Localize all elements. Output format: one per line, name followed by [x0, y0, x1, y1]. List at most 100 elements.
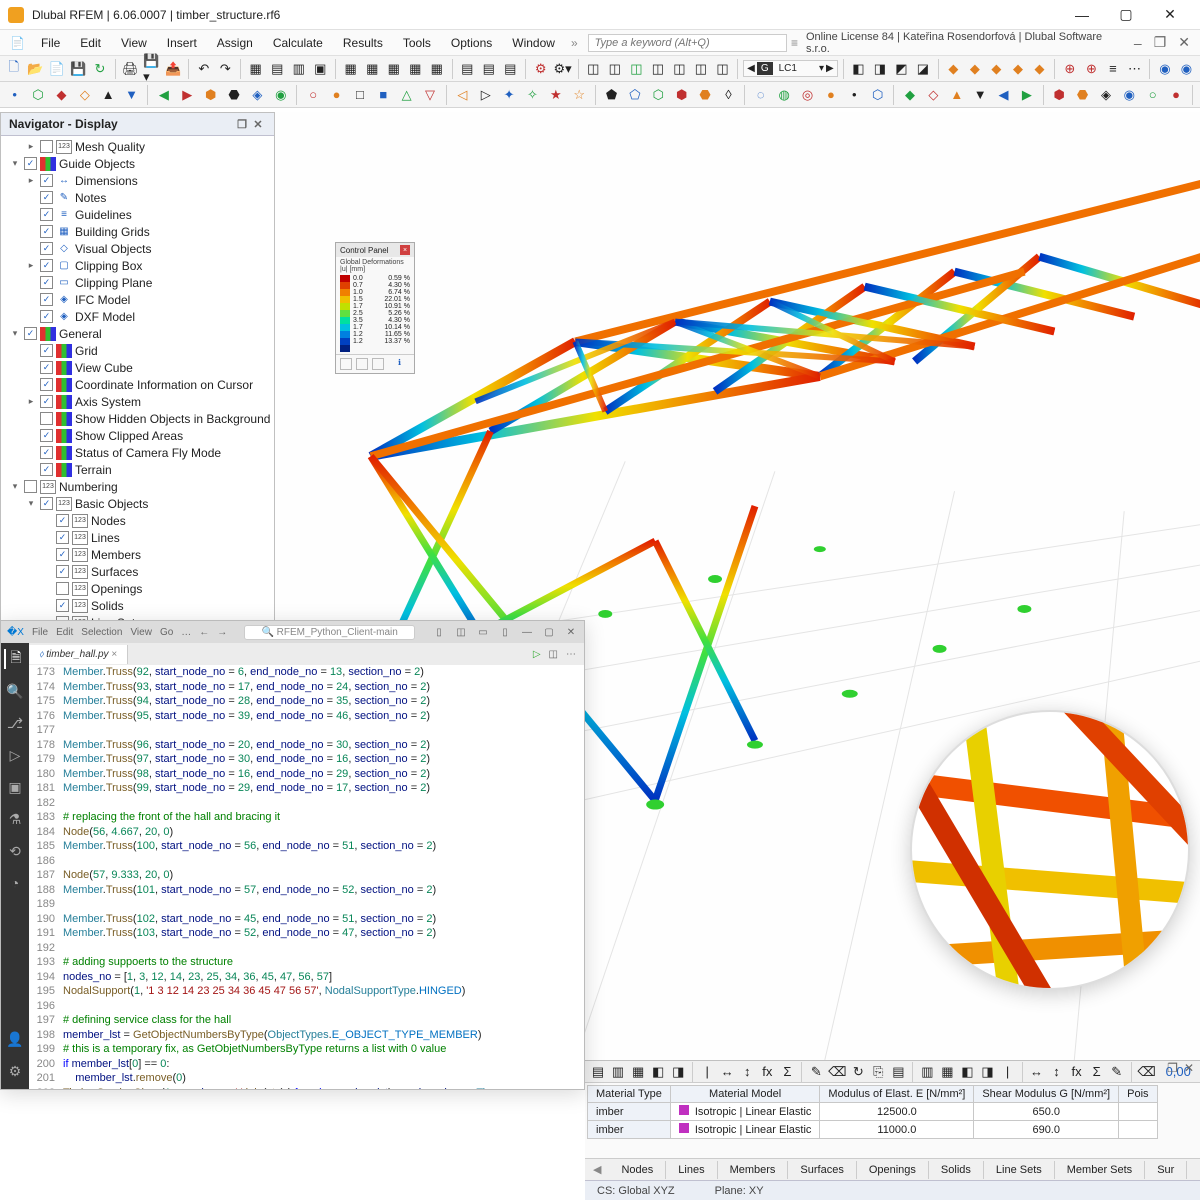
grid-c-icon[interactable]: ▦	[384, 58, 404, 80]
tabletool-8[interactable]: fx	[758, 1062, 776, 1082]
table-c-icon[interactable]: ▤	[501, 58, 521, 80]
editor-menu-file[interactable]: File	[32, 627, 48, 638]
tree-item[interactable]: ▾ General	[1, 325, 274, 342]
editor-layout4-icon[interactable]: ▯	[498, 627, 512, 638]
tree-checkbox[interactable]	[40, 191, 53, 204]
tree-checkbox[interactable]	[56, 565, 69, 578]
bars-icon[interactable]: ≡	[1103, 58, 1123, 80]
tabletool-20[interactable]: ↔	[1027, 1062, 1045, 1082]
menu-results[interactable]: Results	[333, 32, 393, 54]
editor-min-icon[interactable]: —	[520, 627, 534, 638]
code-line[interactable]: 184Node(56, 4.667, 20, 0)	[29, 825, 584, 840]
tabletool-1[interactable]: ▥	[609, 1062, 627, 1082]
tb2-icon-17[interactable]: ▽	[419, 84, 440, 106]
tabletool-16[interactable]: ▦	[938, 1062, 956, 1082]
tb2-icon-22[interactable]: ★	[545, 84, 566, 106]
obj-d-icon[interactable]: ◆	[1008, 58, 1028, 80]
calc-opt-icon[interactable]: ⚙▾	[552, 58, 572, 80]
view-2-icon[interactable]: ▤	[267, 58, 287, 80]
tb2-icon-12[interactable]: ○	[302, 84, 323, 106]
code-line[interactable]: 201 member_lst.remove(0)	[29, 1071, 584, 1086]
tb2-icon-23[interactable]: ☆	[569, 84, 590, 106]
tree-checkbox[interactable]	[40, 310, 53, 323]
tb2-icon-43[interactable]: ⬣	[1072, 84, 1093, 106]
tree-item[interactable]: ▦Building Grids	[1, 223, 274, 240]
plus-b-icon[interactable]: ⊕	[1082, 58, 1102, 80]
run-icon[interactable]: ▷	[533, 649, 541, 660]
tb2-icon-9[interactable]: ⬣	[223, 84, 244, 106]
grid-e-icon[interactable]: ▦	[427, 58, 447, 80]
tabletool-25[interactable]: ⌫	[1137, 1062, 1157, 1082]
tree-checkbox[interactable]	[40, 446, 53, 459]
tb2-icon-28[interactable]: ⬣	[694, 84, 715, 106]
tree-checkbox[interactable]	[56, 548, 69, 561]
vis-c-icon[interactable]: ◩	[892, 58, 912, 80]
more-icon[interactable]: ⋯	[566, 649, 576, 660]
tree-checkbox[interactable]	[40, 344, 53, 357]
tree-item[interactable]: 123Solids	[1, 597, 274, 614]
code-line[interactable]: 197# defining service class for the hall	[29, 1013, 584, 1028]
tb2-icon-16[interactable]: △	[396, 84, 417, 106]
cube-g-icon[interactable]: ◫	[713, 58, 733, 80]
tree-item[interactable]: 123Lines	[1, 529, 274, 546]
tree-checkbox[interactable]	[40, 293, 53, 306]
tree-checkbox[interactable]	[40, 208, 53, 221]
maximize-button[interactable]: ▢	[1104, 1, 1148, 29]
grid-b-icon[interactable]: ▦	[362, 58, 382, 80]
calc-icon[interactable]: ⚙	[531, 58, 551, 80]
tables-close-icon[interactable]: ✕	[1184, 1061, 1194, 1075]
sub-restore-button[interactable]: ❐	[1148, 32, 1173, 53]
tabletool-11[interactable]: ⌫	[827, 1062, 847, 1082]
tree-checkbox[interactable]	[40, 395, 53, 408]
obj-c-icon[interactable]: ◆	[987, 58, 1007, 80]
editor-menu-view[interactable]: View	[130, 627, 152, 638]
tb2-icon-4[interactable]: ▲	[98, 84, 119, 106]
editor-path[interactable]: 🔍 RFEM_Python_Client-main	[244, 625, 414, 640]
menu-overflow-icon[interactable]: »	[565, 36, 584, 50]
close-button[interactable]: ✕	[1148, 1, 1192, 29]
editor-menu-selection[interactable]: Selection	[81, 627, 122, 638]
tree-checkbox[interactable]	[40, 463, 53, 476]
tree-item[interactable]: ▾ 123Numbering	[1, 478, 274, 495]
code-line[interactable]: 200if member_lst[0] == 0:	[29, 1057, 584, 1072]
tabletool-19[interactable]: |	[999, 1062, 1017, 1082]
code-line[interactable]: 173Member.Truss(92, start_node_no = 6, e…	[29, 665, 584, 680]
cube-b-icon[interactable]: ◫	[605, 58, 625, 80]
tree-item[interactable]: Show Clipped Areas	[1, 427, 274, 444]
grid-d-icon[interactable]: ▦	[406, 58, 426, 80]
obj-b-icon[interactable]: ◆	[965, 58, 985, 80]
tabletool-13[interactable]: ⎘	[869, 1062, 887, 1082]
tb2-icon-3[interactable]: ◇	[74, 84, 95, 106]
code-line[interactable]: 192	[29, 941, 584, 956]
code-line[interactable]: 195NodalSupport(1, '1 3 12 14 23 25 34 3…	[29, 984, 584, 999]
lc-prev-button[interactable]: ◀	[747, 63, 755, 74]
table-row[interactable]: imberIsotropic | Linear Elastic11000.069…	[588, 1121, 1158, 1139]
tree-item[interactable]: Coordinate Information on Cursor	[1, 376, 274, 393]
table-a-icon[interactable]: ▤	[457, 58, 477, 80]
tb2-icon-30[interactable]: ◌	[750, 84, 771, 106]
tree-item[interactable]: ≡Guidelines	[1, 206, 274, 223]
extensions-icon[interactable]: ▣	[5, 777, 25, 797]
print-icon[interactable]: 🖨	[121, 58, 141, 80]
tb2-icon-33[interactable]: ●	[820, 84, 841, 106]
menu-icon[interactable]: 📄	[4, 34, 31, 52]
control-panel[interactable]: Control Panel× Global Deformations |u| […	[335, 242, 415, 374]
lc-drop-icon[interactable]: ▾	[819, 63, 824, 74]
tabletool-21[interactable]: ↕	[1048, 1062, 1066, 1082]
cube-a-icon[interactable]: ◫	[584, 58, 604, 80]
code-line[interactable]: 176Member.Truss(95, start_node_no = 39, …	[29, 709, 584, 724]
tree-item[interactable]: 123Nodes	[1, 512, 274, 529]
tree-item[interactable]: ▸ Axis System	[1, 393, 274, 410]
editor-menu-go[interactable]: Go	[160, 627, 173, 638]
refresh-icon[interactable]: ↻	[90, 58, 110, 80]
tb2-icon-25[interactable]: ⬠	[624, 84, 645, 106]
debug-icon[interactable]: ▷	[5, 745, 25, 765]
tb2-icon-1[interactable]: ⬡	[27, 84, 48, 106]
editor-layout2-icon[interactable]: ◫	[454, 627, 468, 638]
code-line[interactable]: 182	[29, 796, 584, 811]
tb2-icon-11[interactable]: ◉	[270, 84, 291, 106]
navigator-tree[interactable]: ▸ 123Mesh Quality ▾ Guide Objects ▸ ↔Dim…	[1, 136, 274, 620]
bottom-tab-surfaces[interactable]: Surfaces	[788, 1161, 856, 1179]
tb2-icon-35[interactable]: ⬡	[867, 84, 888, 106]
end-a-icon[interactable]: ◉	[1155, 58, 1175, 80]
